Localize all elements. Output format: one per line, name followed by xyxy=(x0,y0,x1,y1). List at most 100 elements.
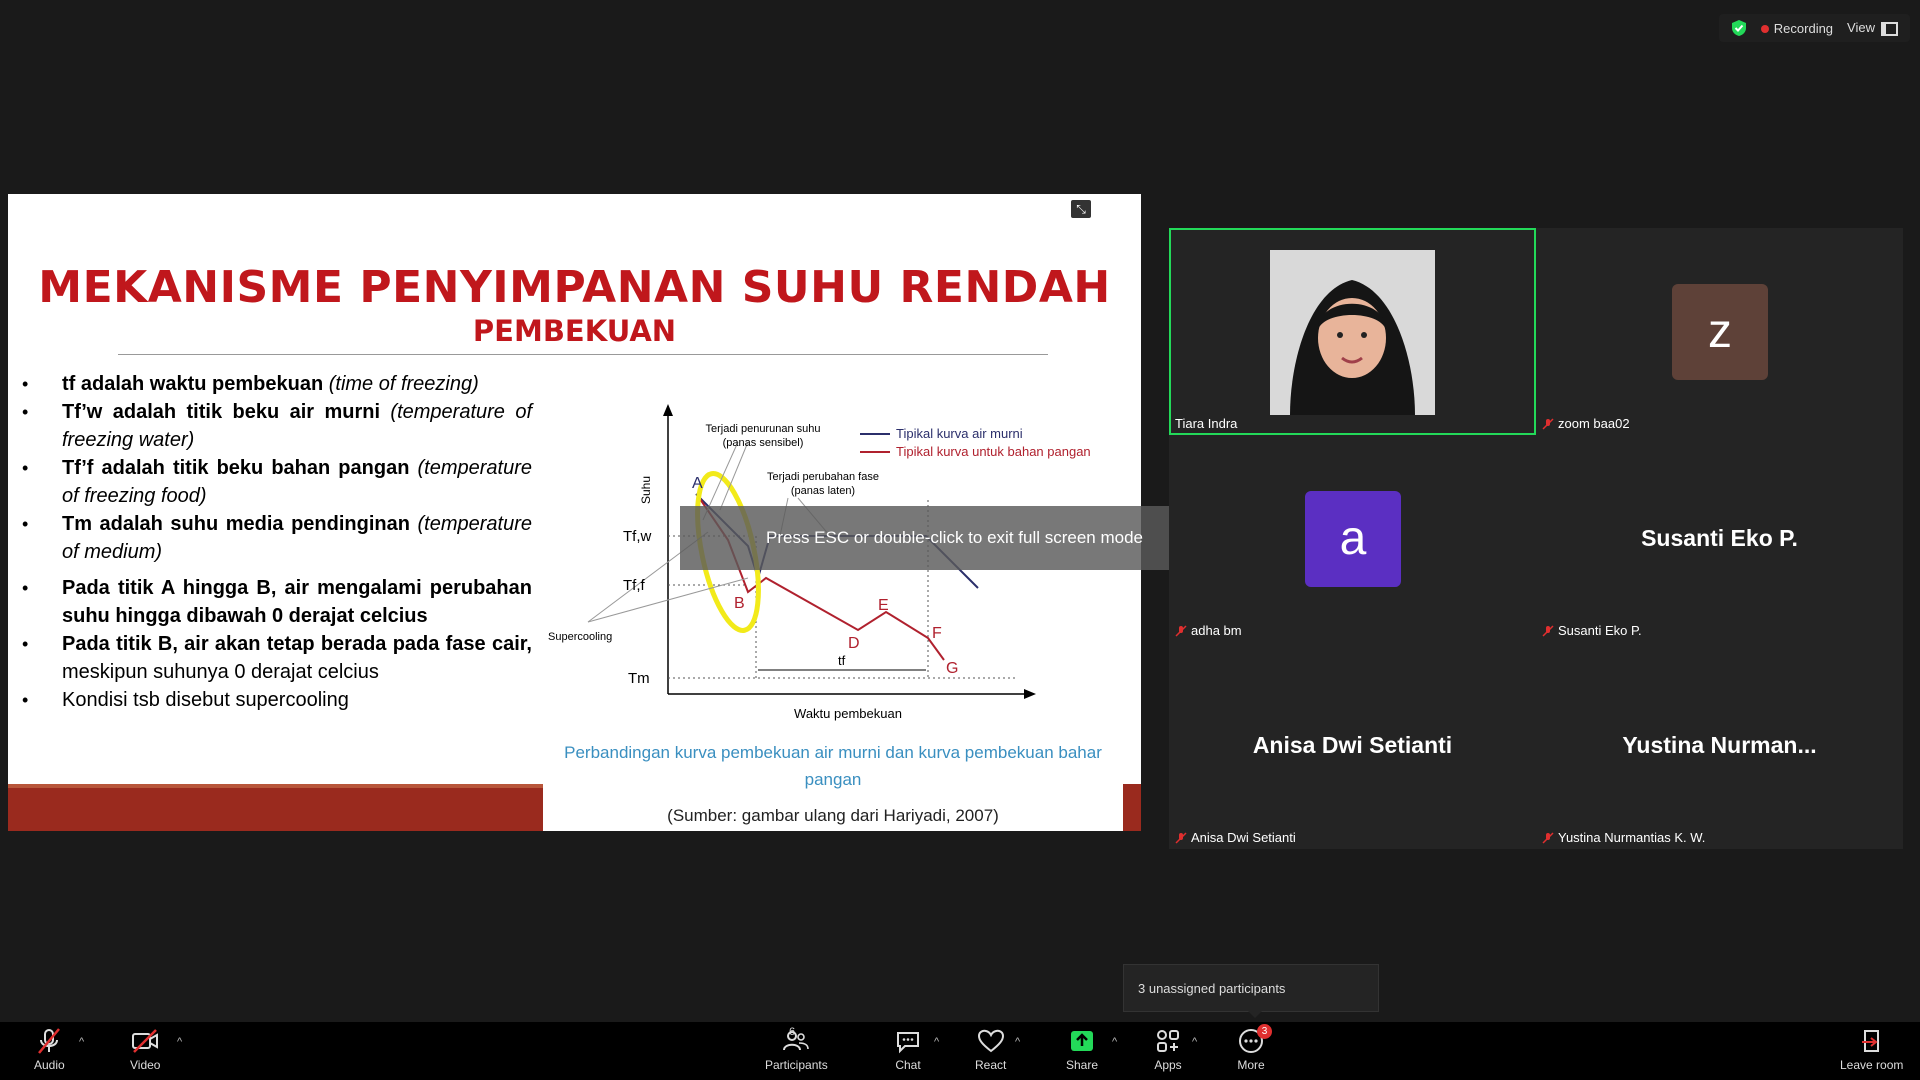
point-f: F xyxy=(932,625,942,642)
tf-label: tf xyxy=(838,653,846,668)
legend-water: Tipikal kurva air murni xyxy=(896,426,1023,441)
mic-muted-icon xyxy=(1175,831,1187,844)
video-label: Video xyxy=(130,1058,161,1072)
point-e: E xyxy=(878,597,889,614)
react-options-chevron-icon[interactable]: ^ xyxy=(1015,1036,1020,1048)
share-screen-icon xyxy=(1071,1031,1094,1051)
chat-options-chevron-icon[interactable]: ^ xyxy=(934,1036,939,1048)
mic-muted-icon xyxy=(1542,831,1554,844)
participants-button[interactable]: 6 Participants xyxy=(765,1026,828,1072)
leave-room-button[interactable]: Leave room xyxy=(1840,1026,1903,1072)
participants-label: Participants xyxy=(765,1058,828,1072)
person-photo-icon xyxy=(1270,250,1435,415)
apps-button[interactable]: Apps xyxy=(1153,1026,1183,1072)
video-options-chevron-icon[interactable]: ^ xyxy=(177,1036,182,1048)
tile-name: Yustina Nurmantias K. W. xyxy=(1542,830,1705,845)
label-sensible: Terjadi penurunan suhu xyxy=(706,423,821,435)
apps-options-chevron-icon[interactable]: ^ xyxy=(1192,1036,1197,1048)
label-phase-2: (panas laten) xyxy=(791,485,855,497)
leave-door-icon xyxy=(1861,1030,1879,1052)
bullet-item: • Pada titik B, air akan tetap berada pad… xyxy=(22,633,532,683)
video-button[interactable]: Video xyxy=(130,1026,160,1072)
grid-view-icon xyxy=(1881,21,1898,36)
bullet-item: • Pada titik A hingga B, air mengalami pe… xyxy=(22,577,532,627)
video-tile-anisa[interactable]: Anisa Dwi Setianti Anisa Dwi Setianti xyxy=(1169,642,1536,849)
figure-caption: Perbandingan kurva pembekuan air murni d… xyxy=(564,743,1102,789)
tile-name: Susanti Eko P. xyxy=(1542,623,1642,638)
tile-name: Tiara Indra xyxy=(1175,416,1238,431)
avatar: a xyxy=(1305,491,1401,587)
share-label: Share xyxy=(1066,1058,1099,1072)
mic-muted-icon xyxy=(38,1028,61,1054)
point-d: D xyxy=(848,635,860,652)
bullet-item: • Tf’f adalah titik beku bahan pangan (te… xyxy=(22,457,532,507)
participant-photo xyxy=(1270,250,1435,415)
share-options-chevron-icon[interactable]: ^ xyxy=(1112,1036,1117,1048)
bullet-item: • Tf’w adalah titik beku air murni (tempe… xyxy=(22,401,533,451)
display-name: Susanti Eko P. xyxy=(1641,525,1798,551)
bullet-item: • Kondisi tsb disebut supercooling xyxy=(22,689,349,711)
video-tile-susanti[interactable]: Susanti Eko P. Susanti Eko P. xyxy=(1536,435,1903,642)
display-name: Anisa Dwi Setianti xyxy=(1252,732,1453,758)
tile-name: adha bm xyxy=(1175,623,1242,638)
camera-off-icon xyxy=(132,1029,159,1053)
y-axis-arrow xyxy=(663,404,673,416)
slide-bullet-list: • tf adalah waktu pembekuan (time of free… xyxy=(22,370,532,714)
point-b: B xyxy=(734,595,745,612)
meeting-status-bar: Recording View xyxy=(1718,14,1910,42)
recording-indicator[interactable]: Recording xyxy=(1760,20,1834,36)
supercooling-label: Supercooling xyxy=(548,631,612,643)
more-badge: 3 xyxy=(1257,1024,1272,1039)
mic-muted-icon xyxy=(1175,624,1187,637)
more-label: More xyxy=(1237,1058,1265,1072)
mic-muted-icon xyxy=(1542,417,1554,430)
audio-button[interactable]: Audio xyxy=(34,1026,65,1072)
participants-icon xyxy=(783,1031,810,1051)
exit-fullscreen-icon[interactable]: ⤡ xyxy=(1071,200,1091,218)
video-tile-zoom-baa02[interactable]: z zoom baa02 xyxy=(1536,228,1903,435)
tile-name: zoom baa02 xyxy=(1542,416,1630,431)
view-label: View xyxy=(1847,20,1875,36)
chat-button[interactable]: Chat xyxy=(893,1026,923,1072)
record-dot-icon xyxy=(1760,24,1769,33)
avatar: z xyxy=(1672,284,1768,380)
share-button[interactable]: Share xyxy=(1066,1026,1098,1072)
tick-tm: Tm xyxy=(628,670,650,687)
apps-label: Apps xyxy=(1154,1058,1182,1072)
react-button[interactable]: React xyxy=(975,1026,1006,1072)
bullet-item: • tf adalah waktu pembekuan (time of free… xyxy=(22,373,479,395)
tile-name: Anisa Dwi Setianti xyxy=(1175,830,1296,845)
heart-icon xyxy=(977,1029,1004,1053)
slide-subtitle: PEMBEKUAN xyxy=(472,314,677,348)
slide-footer-bar-right xyxy=(1123,784,1141,831)
x-axis-label: Waktu pembekuan xyxy=(794,706,902,721)
point-g: G xyxy=(946,660,958,677)
x-axis-arrow xyxy=(1024,689,1036,699)
display-name: Yustina Nurman... xyxy=(1622,732,1817,758)
meeting-toolbar: Audio ^ Video ^ 6 Participants Chat ^ Re… xyxy=(0,1022,1920,1080)
view-button[interactable]: View xyxy=(1847,20,1898,36)
audio-label: Audio xyxy=(34,1058,65,1072)
slide-footer-bar xyxy=(8,784,543,831)
recording-label: Recording xyxy=(1773,20,1834,36)
bullet-item: • Tm adalah suhu media pendinginan (tempe… xyxy=(22,513,532,563)
unassigned-participants-tooltip: 3 unassigned participants xyxy=(1123,964,1379,1018)
label-sensible-2: (panas sensibel) xyxy=(723,437,804,449)
video-tile-tiara-indra[interactable]: Tiara Indra xyxy=(1169,228,1536,435)
video-tile-adha-bm[interactable]: a adha bm xyxy=(1169,435,1536,642)
legend-food: Tipikal kurva untuk bahan pangan xyxy=(896,444,1091,459)
point-a: A xyxy=(692,475,703,492)
chat-label: Chat xyxy=(895,1058,921,1072)
tick-tfw: Tf,w xyxy=(623,528,651,545)
label-phase: Terjadi perubahan fase xyxy=(767,471,879,483)
audio-options-chevron-icon[interactable]: ^ xyxy=(79,1036,84,1048)
react-label: React xyxy=(975,1058,1007,1072)
shield-icon[interactable] xyxy=(1731,19,1747,37)
more-button[interactable]: 3 More xyxy=(1236,1024,1272,1072)
y-axis-label: Suhu xyxy=(639,476,653,504)
apps-icon xyxy=(1157,1030,1179,1052)
slide-title: MEKANISME PENYIMPANAN SUHU RENDAH xyxy=(38,262,1111,313)
mic-muted-icon xyxy=(1542,624,1554,637)
video-tile-yustina[interactable]: Yustina Nurman... Yustina Nurmantias K. … xyxy=(1536,642,1903,849)
chat-icon xyxy=(897,1032,919,1054)
